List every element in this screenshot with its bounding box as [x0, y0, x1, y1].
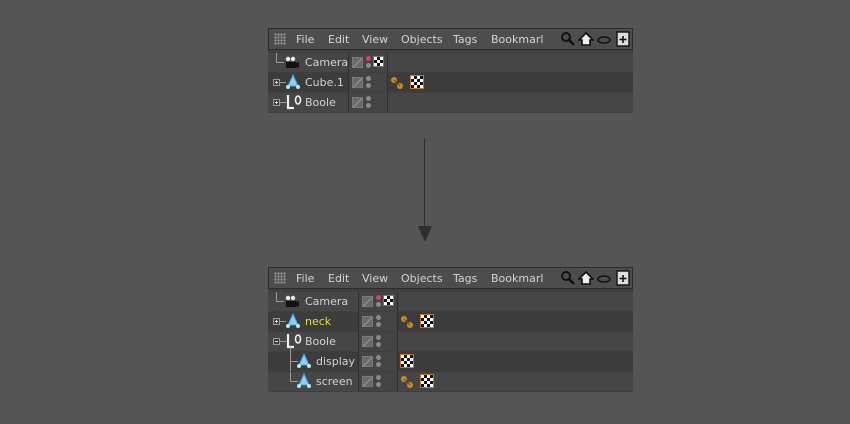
layer-box-icon[interactable] — [362, 296, 373, 307]
collapse-icon[interactable] — [273, 338, 280, 345]
visibility-dots-icon[interactable] — [366, 75, 372, 89]
object-label[interactable]: display — [316, 354, 355, 369]
material-tag-icon[interactable] — [410, 75, 424, 89]
visibility-dots-icon[interactable] — [376, 334, 382, 348]
new-window-icon[interactable] — [615, 31, 631, 47]
list-item[interactable]: Boole — [268, 93, 633, 112]
object-label[interactable]: Camera — [305, 55, 348, 70]
panel-grip-icon[interactable] — [274, 33, 286, 45]
menu-tags[interactable]: Tags — [453, 271, 477, 287]
visibility-dots-icon[interactable] — [366, 95, 372, 109]
visibility-dots-icon[interactable] — [376, 314, 382, 328]
expand-icon[interactable] — [273, 79, 280, 86]
menu-file[interactable]: File — [296, 32, 314, 48]
cube-icon — [297, 353, 311, 368]
name-cell: Boole — [268, 93, 349, 112]
visibility-dots-icon[interactable] — [376, 294, 382, 308]
panel-grip-icon[interactable] — [274, 272, 286, 284]
list-item[interactable]: neck — [268, 312, 633, 331]
object-label[interactable]: Cube.1 — [305, 75, 344, 90]
list-item[interactable]: Camera — [268, 292, 633, 311]
cube-icon — [297, 373, 311, 388]
name-cell: Camera — [268, 53, 349, 72]
layer-box-icon[interactable] — [362, 336, 373, 347]
object-label[interactable]: Boole — [305, 95, 336, 110]
name-cell: Camera — [268, 292, 359, 311]
xpresso-tag-icon[interactable] — [400, 315, 414, 329]
tree-line — [276, 62, 284, 63]
name-cell: display — [268, 352, 359, 371]
flags-cell — [359, 332, 398, 351]
layer-box-icon[interactable] — [352, 97, 363, 108]
cube-icon — [286, 313, 300, 328]
menu-edit[interactable]: Edit — [328, 32, 349, 48]
name-cell: Cube.1 — [268, 73, 349, 92]
arrow-down-icon — [418, 226, 432, 242]
name-cell: neck — [268, 312, 359, 331]
visibility-dots-icon[interactable] — [376, 374, 382, 388]
object-label[interactable]: neck — [305, 314, 331, 329]
object-label[interactable]: Camera — [305, 294, 348, 309]
boole-icon — [286, 334, 302, 349]
tag-icon[interactable] — [373, 56, 384, 67]
boole-icon — [286, 95, 302, 110]
layer-box-icon[interactable] — [352, 77, 363, 88]
list-item[interactable]: Camera — [268, 53, 633, 72]
home-icon[interactable] — [578, 270, 594, 286]
name-cell: Boole — [268, 332, 359, 352]
menu-objects[interactable]: Objects — [401, 32, 443, 48]
visibility-icon[interactable] — [596, 31, 612, 47]
material-tag-icon[interactable] — [420, 314, 434, 328]
list-item[interactable]: Boole — [268, 332, 633, 352]
flags-cell — [359, 372, 398, 391]
flags-cell — [349, 53, 388, 72]
visibility-dots-icon[interactable] — [366, 55, 372, 69]
visibility-dots-icon[interactable] — [376, 354, 382, 368]
camera-icon — [285, 56, 299, 68]
flags-cell — [349, 93, 388, 112]
cube-icon — [286, 74, 300, 89]
menu-bar: File Edit View Objects Tags Bookmarl — [268, 267, 633, 289]
menu-edit[interactable]: Edit — [328, 271, 349, 287]
menu-bar: File Edit View Objects Tags Bookmarl — [268, 28, 633, 50]
name-cell: screen — [268, 372, 359, 391]
object-label[interactable]: screen — [316, 374, 353, 389]
arrow-line — [424, 138, 425, 230]
object-manager-panel-bottom: File Edit View Objects Tags Bookmarl Cam… — [268, 267, 633, 392]
visibility-icon[interactable] — [596, 270, 612, 286]
menu-view[interactable]: View — [362, 32, 388, 48]
object-label[interactable]: Boole — [305, 334, 336, 349]
expand-icon[interactable] — [273, 99, 280, 106]
menu-bookmarks[interactable]: Bookmarl — [491, 32, 543, 48]
xpresso-tag-icon[interactable] — [390, 76, 404, 90]
flags-cell — [349, 73, 388, 92]
camera-icon — [285, 295, 299, 307]
search-icon[interactable] — [560, 270, 576, 286]
search-icon[interactable] — [560, 31, 576, 47]
list-item[interactable]: screen — [268, 372, 633, 391]
list-item[interactable]: Cube.1 — [268, 73, 633, 92]
layer-box-icon[interactable] — [362, 376, 373, 387]
tree-line — [276, 301, 284, 302]
home-icon[interactable] — [578, 31, 594, 47]
layer-box-icon[interactable] — [352, 57, 363, 68]
material-tag-icon[interactable] — [400, 354, 414, 368]
xpresso-tag-icon[interactable] — [400, 375, 414, 389]
menu-tags[interactable]: Tags — [453, 32, 477, 48]
menu-view[interactable]: View — [362, 271, 388, 287]
menu-bookmarks[interactable]: Bookmarl — [491, 271, 543, 287]
new-window-icon[interactable] — [615, 270, 631, 286]
menu-objects[interactable]: Objects — [401, 271, 443, 287]
expand-icon[interactable] — [273, 318, 280, 325]
object-manager-panel-top: File Edit View Objects Tags Bookmarl Cam… — [268, 28, 633, 113]
layer-box-icon[interactable] — [362, 316, 373, 327]
tag-icon[interactable] — [383, 295, 394, 306]
material-tag-icon[interactable] — [420, 374, 434, 388]
menu-file[interactable]: File — [296, 271, 314, 287]
flags-cell — [359, 312, 398, 331]
flags-cell — [359, 352, 398, 371]
list-item[interactable]: display — [268, 352, 633, 371]
layer-box-icon[interactable] — [362, 356, 373, 367]
flags-cell — [359, 292, 398, 311]
